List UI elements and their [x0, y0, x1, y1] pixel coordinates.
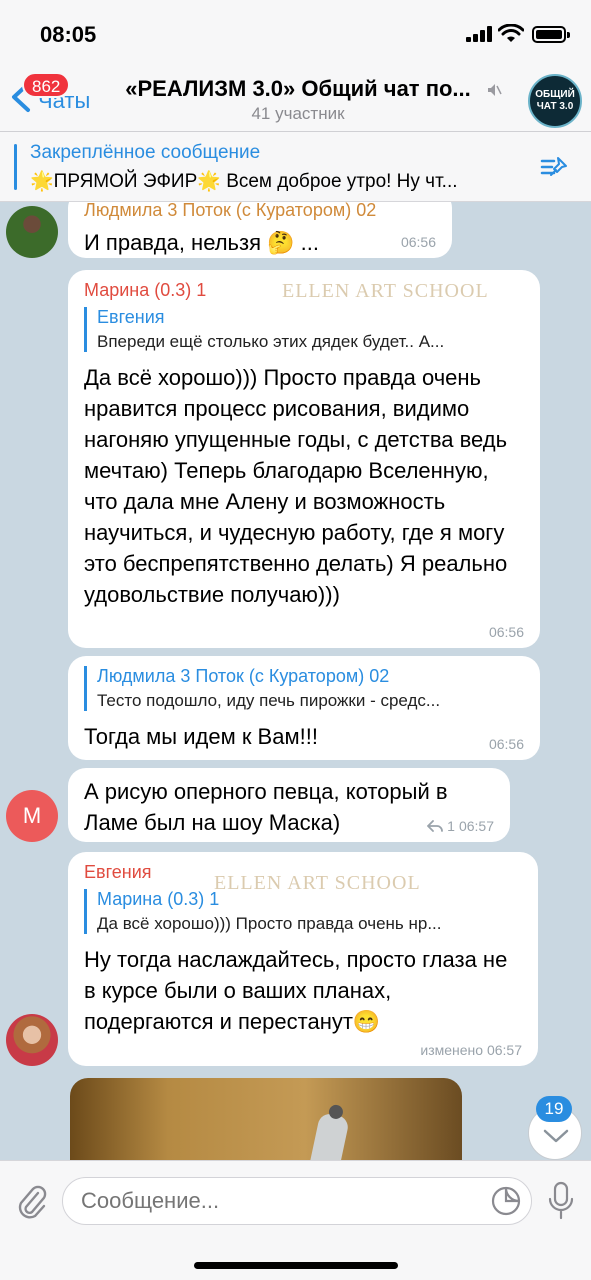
signal-icon [466, 26, 492, 42]
message-time: изменено 06:57 [420, 1042, 522, 1058]
group-avatar-line2: ЧАТ 3.0 [536, 101, 574, 112]
chat-header: Чаты 862 «РЕАЛИЗМ 3.0» Общий чат по... 4… [0, 66, 591, 132]
message-bubble[interactable]: Людмила 3 Поток (с Куратором) 02 Тесто п… [68, 656, 540, 760]
message-text: И правда, нельзя 🤔 ... [84, 230, 319, 255]
pinned-indicator [14, 144, 17, 190]
watermark: ELLEN ART SCHOOL [214, 872, 421, 894]
reply-sender: Евгения [97, 307, 165, 327]
reply-quote[interactable]: Евгения Впереди ещё столько этих дядек б… [84, 307, 524, 352]
message-time: 06:56 [400, 234, 436, 250]
message-time: 06:56 [488, 624, 524, 640]
message-text: Ну тогда наслаждайтесь, просто глаза не … [84, 947, 508, 1034]
message-sender: Людмила 3 Поток (с Куратором) 02 [84, 202, 377, 220]
pin-list-icon[interactable] [540, 152, 570, 182]
group-avatar-line1: ОБЩИЙ [535, 89, 575, 100]
photo-message[interactable] [70, 1078, 462, 1160]
replies-count: 1 [447, 818, 455, 834]
avatar[interactable] [6, 206, 58, 258]
avatar[interactable] [6, 1014, 58, 1066]
reply-quote[interactable]: Людмила 3 Поток (с Куратором) 02 Тесто п… [84, 666, 524, 711]
message-input[interactable] [62, 1177, 532, 1225]
photo-content [304, 1111, 350, 1160]
message-list[interactable]: Людмила 3 Поток (с Куратором) 02 И правд… [0, 202, 591, 1160]
wifi-icon [498, 24, 524, 42]
reply-text: Тесто подошло, иду печь пирожки - средс.… [97, 691, 441, 710]
message-bubble[interactable]: Марина (0.3) 1 Евгения Впереди ещё столь… [68, 270, 540, 648]
message-bubble[interactable]: Людмила 3 Поток (с Куратором) 02 И правд… [68, 202, 452, 258]
reply-text: Да всё хорошо))) Просто правда очень нр.… [97, 914, 442, 933]
status-bar: 08:05 [0, 0, 591, 66]
home-indicator [194, 1262, 398, 1269]
message-text: Тогда мы идем к Вам!!! [84, 724, 318, 749]
group-avatar[interactable]: ОБЩИЙ ЧАТ 3.0 [528, 74, 582, 128]
message-text: Да всё хорошо))) Просто правда очень нра… [84, 365, 508, 607]
message-time: 06:57 [458, 818, 494, 834]
mute-icon [488, 84, 502, 96]
reply-quote[interactable]: Марина (0.3) 1 Да всё хорошо))) Просто п… [84, 889, 522, 934]
battery-icon [532, 26, 570, 43]
message-meta: 1 06:57 [427, 818, 494, 834]
clock: 08:05 [40, 22, 97, 47]
pinned-text: 🌟ПРЯМОЙ ЭФИР🌟 Всем доброе утро! Ну чт... [30, 171, 458, 192]
microphone-icon[interactable] [548, 1181, 574, 1221]
pinned-message[interactable]: Закреплённое сообщение 🌟ПРЯМОЙ ЭФИР🌟 Все… [0, 132, 591, 202]
avatar-letter: M [22, 803, 42, 828]
paperclip-icon[interactable] [14, 1181, 48, 1221]
message-time: 06:56 [488, 736, 524, 752]
pinned-title: Закреплённое сообщение [30, 142, 261, 163]
reply-arrow-icon [427, 820, 444, 832]
participant-count: 41 участник [251, 104, 345, 123]
message-bubble[interactable]: А рисую оперного певца, который в Ламе б… [68, 768, 510, 842]
watermark: ELLEN ART SCHOOL [282, 280, 489, 302]
reply-sender: Людмила 3 Поток (с Куратором) 02 [97, 666, 390, 686]
reply-text: Впереди ещё столько этих дядек будет.. А… [97, 332, 445, 351]
sticker-icon[interactable] [490, 1185, 522, 1217]
avatar[interactable]: M [6, 790, 58, 842]
chat-title[interactable]: «РЕАЛИЗМ 3.0» Общий чат по... [108, 76, 488, 102]
unread-badge: 862 [22, 72, 71, 98]
unread-mentions-badge: 19 [536, 1096, 572, 1122]
